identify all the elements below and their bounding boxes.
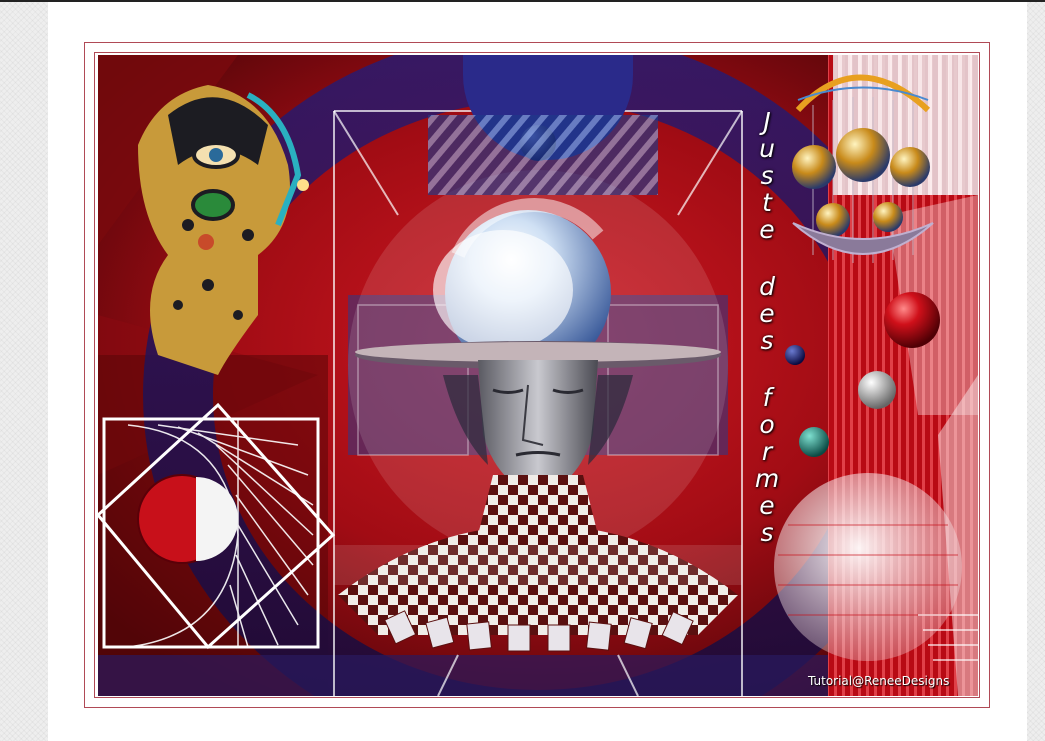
title-letter: d <box>759 272 775 301</box>
page-texture-left <box>0 0 48 741</box>
title-letter: e <box>759 491 775 520</box>
title-letter: r <box>761 437 773 466</box>
title-letter: e <box>759 215 775 244</box>
title-letter: J <box>763 107 771 136</box>
page-texture-right <box>1027 0 1045 741</box>
title-letter: s <box>760 161 774 190</box>
title-letter: f <box>762 383 772 412</box>
title-letter: u <box>759 134 775 163</box>
artwork-image <box>98 55 978 696</box>
title-letter: e <box>759 299 775 328</box>
artwork-title: Justedesformes <box>754 108 780 546</box>
title-letter: o <box>759 410 775 439</box>
artist-signature: Tutorial@ReneeDesigns <box>808 674 950 688</box>
title-letter: t <box>762 188 772 217</box>
title-letter: s <box>760 518 774 547</box>
artwork-svg <box>98 55 978 696</box>
title-letter: m <box>754 464 780 493</box>
title-letter: s <box>760 326 774 355</box>
